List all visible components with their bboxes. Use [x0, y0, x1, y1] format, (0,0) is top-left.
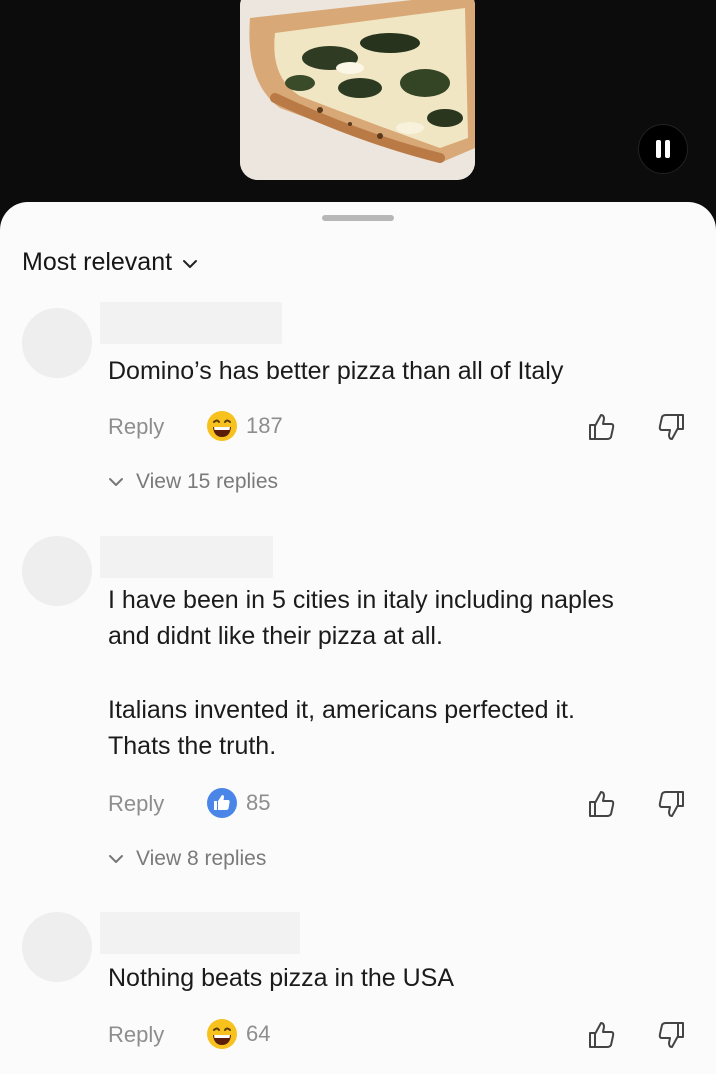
reply-button[interactable]: Reply [108, 414, 164, 440]
drag-handle[interactable] [322, 215, 394, 221]
comment-text: I have been in 5 cities in italy includi… [108, 586, 614, 760]
reaction-summary[interactable]: 85 [206, 787, 270, 819]
reply-button[interactable]: Reply [108, 1022, 164, 1048]
pizza-thumbnail [240, 0, 475, 180]
reply-button[interactable]: Reply [108, 791, 164, 817]
view-replies-button[interactable]: View 15 replies [108, 470, 278, 494]
thumbs-up-icon[interactable] [586, 789, 616, 819]
thumbs-up-icon[interactable] [586, 412, 616, 442]
chevron-down-icon [183, 260, 198, 268]
pause-button[interactable] [638, 124, 688, 174]
sort-dropdown[interactable]: Most relevant [22, 248, 198, 277]
username-redacted[interactable] [100, 912, 300, 954]
thumbs-down-icon[interactable] [657, 789, 687, 819]
avatar[interactable] [22, 536, 92, 606]
reaction-summary[interactable]: 187 [206, 410, 283, 442]
laughing-emoji-icon [207, 411, 237, 441]
like-badge-icon [207, 788, 237, 818]
laughing-emoji-icon [207, 1019, 237, 1049]
video-player[interactable] [0, 0, 716, 230]
view-replies-button[interactable]: View 8 replies [108, 847, 266, 871]
reaction-count: 187 [246, 413, 283, 438]
comments-sheet: Most relevant Domino’s has better pizza … [0, 202, 716, 1074]
comment-text: Domino’s has better pizza than all of It… [108, 357, 564, 385]
reaction-count: 64 [246, 1021, 271, 1046]
sort-label: Most relevant [22, 248, 173, 276]
thumbs-down-icon[interactable] [657, 412, 687, 442]
thumbs-up-icon[interactable] [586, 1020, 616, 1050]
pause-icon [656, 140, 661, 158]
reaction-summary[interactable]: 64 [206, 1018, 270, 1050]
username-redacted[interactable] [100, 536, 273, 578]
avatar[interactable] [22, 308, 92, 378]
avatar[interactable] [22, 912, 92, 982]
reaction-count: 85 [246, 790, 271, 815]
chevron-down-icon [109, 478, 123, 486]
thumbs-down-icon[interactable] [657, 1020, 687, 1050]
username-redacted[interactable] [100, 302, 282, 344]
chevron-down-icon [109, 855, 123, 863]
comment-text: Nothing beats pizza in the USA [108, 964, 455, 992]
